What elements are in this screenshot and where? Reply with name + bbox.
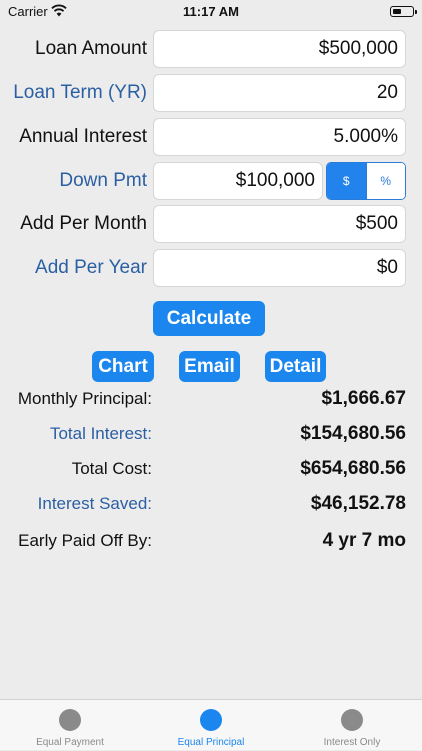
- tab-label: Equal Principal: [177, 737, 245, 748]
- percent-mode-button[interactable]: %: [365, 163, 405, 199]
- annual-interest-input[interactable]: [153, 118, 406, 156]
- result-row-total-interest: Total Interest: $154,680.56: [0, 422, 422, 448]
- total-cost-label: Total Cost:: [71, 459, 152, 478]
- annual-interest-row: Annual Interest: [0, 118, 422, 156]
- equal-payment-tab-icon: [59, 709, 81, 731]
- add-per-month-input[interactable]: [153, 205, 406, 243]
- email-button[interactable]: Email: [179, 351, 240, 382]
- loan-amount-row: Loan Amount: [0, 30, 422, 68]
- total-interest-label[interactable]: Total Interest:: [50, 424, 152, 444]
- status-bar: Carrier 11:17 AM: [0, 0, 422, 24]
- loan-amount-input[interactable]: [153, 30, 406, 68]
- result-row-monthly-principal: Monthly Principal: $1,666.67: [0, 387, 422, 413]
- annual-interest-label: Annual Interest: [19, 126, 147, 147]
- down-pmt-label[interactable]: Down Pmt: [59, 170, 147, 192]
- loan-amount-label: Loan Amount: [35, 38, 147, 59]
- interest-saved-value: $46,152.78: [310, 493, 406, 514]
- early-paid-off-value: 4 yr 7 mo: [322, 530, 406, 551]
- tab-bar: Equal Payment Equal Principal Interest O…: [0, 699, 422, 750]
- add-per-year-input[interactable]: [153, 249, 406, 287]
- result-row-early-paid-off: Early Paid Off By: 4 yr 7 mo: [0, 529, 422, 555]
- battery-icon: [390, 6, 417, 17]
- down-pmt-row: Down Pmt $ %: [0, 162, 422, 200]
- dollar-mode-button[interactable]: $: [327, 163, 366, 199]
- down-pmt-input[interactable]: [153, 162, 323, 200]
- monthly-principal-label: Monthly Principal:: [17, 389, 152, 408]
- loan-term-input[interactable]: [153, 74, 406, 112]
- calculate-button[interactable]: Calculate: [153, 301, 265, 336]
- down-pmt-mode-toggle[interactable]: $ %: [326, 162, 406, 200]
- loan-term-label[interactable]: Loan Term (YR): [13, 82, 147, 104]
- early-paid-off-label: Early Paid Off By:: [18, 531, 152, 550]
- detail-button[interactable]: Detail: [265, 351, 326, 382]
- interest-saved-label[interactable]: Interest Saved:: [38, 494, 152, 514]
- add-per-month-row: Add Per Month: [0, 205, 422, 243]
- total-interest-value: $154,680.56: [300, 423, 406, 444]
- tab-label: Interest Only: [323, 737, 381, 748]
- tab-equal-payment[interactable]: Equal Payment: [0, 700, 140, 751]
- loan-term-row: Loan Term (YR): [0, 74, 422, 112]
- result-row-total-cost: Total Cost: $654,680.56: [0, 457, 422, 483]
- equal-principal-tab-icon: [200, 709, 222, 731]
- add-per-month-label: Add Per Month: [20, 213, 147, 234]
- add-per-year-row: Add Per Year: [0, 249, 422, 287]
- clock: 11:17 AM: [183, 4, 239, 19]
- total-cost-value: $654,680.56: [300, 458, 406, 479]
- tab-interest-only[interactable]: Interest Only: [282, 700, 422, 751]
- tab-equal-principal[interactable]: Equal Principal: [141, 700, 281, 751]
- result-row-interest-saved: Interest Saved: $46,152.78: [0, 492, 422, 518]
- add-per-year-label[interactable]: Add Per Year: [35, 257, 147, 279]
- tab-label: Equal Payment: [36, 737, 104, 748]
- monthly-principal-value: $1,666.67: [321, 388, 406, 409]
- interest-only-tab-icon: [341, 709, 363, 731]
- chart-button[interactable]: Chart: [92, 351, 154, 382]
